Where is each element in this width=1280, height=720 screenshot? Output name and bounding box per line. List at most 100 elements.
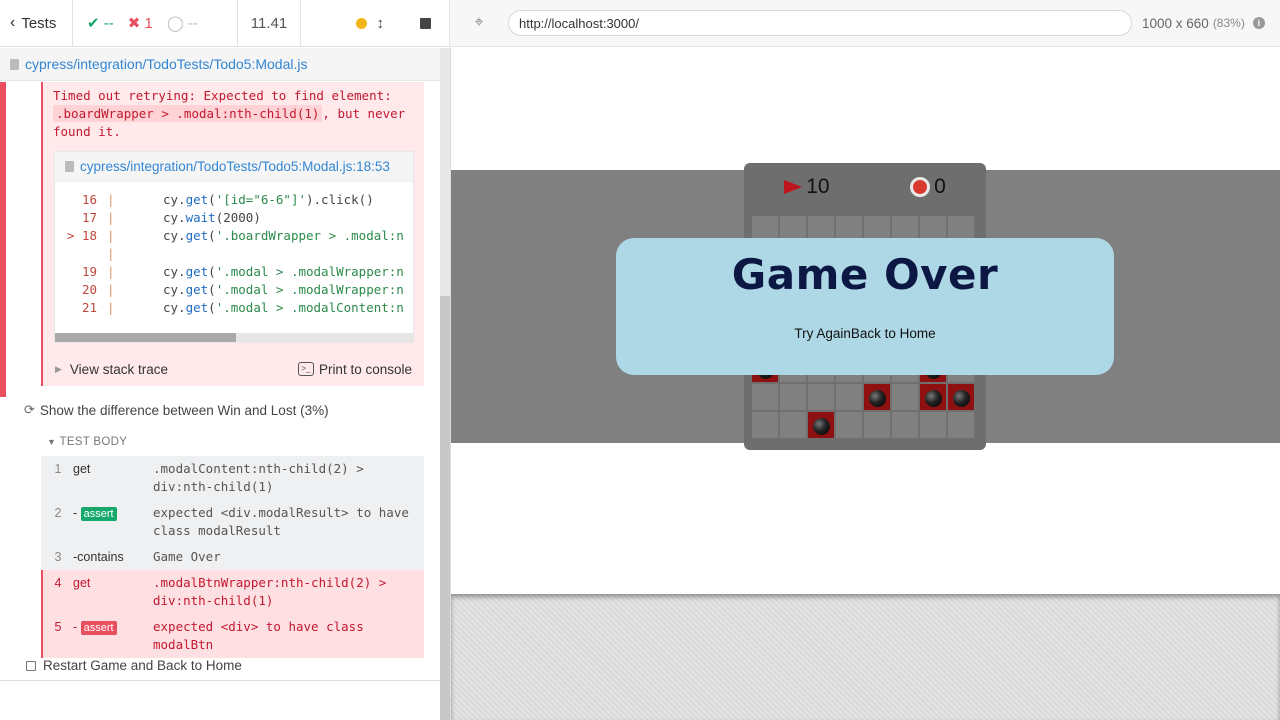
- code-line: 19 | cy.get('.modal > .modalWrapper:n: [81, 264, 404, 279]
- mine-cell[interactable]: [807, 411, 835, 439]
- test-body-header[interactable]: ▼ TEST BODY: [47, 436, 127, 448]
- modal-buttons: Try Again Back to Home: [616, 326, 1114, 341]
- selector-playground-icon[interactable]: ⌖: [450, 14, 508, 32]
- passed-count: ✔ --: [87, 15, 114, 32]
- print-to-console-button[interactable]: >_ Print to console: [297, 362, 412, 377]
- code-line: > 18 | cy.get('.boardWrapper > .modal:n: [66, 228, 404, 243]
- auto-scroll-icon[interactable]: ↕: [377, 15, 385, 32]
- command-row[interactable]: 3 -contains Game Over: [41, 544, 424, 570]
- code-line: 16 | cy.get('[id="6-6"]').click(): [81, 192, 374, 207]
- mine-cell[interactable]: [919, 383, 947, 411]
- check-icon: ✔: [87, 15, 100, 32]
- code-frame: cypress/integration/TodoTests/Todo5:Moda…: [54, 151, 414, 343]
- command-name: - assert: [73, 504, 153, 540]
- grid-cell[interactable]: [751, 383, 779, 411]
- command-name: get: [73, 576, 91, 590]
- reporter-scrollbar[interactable]: [440, 48, 450, 720]
- alarm-clock-icon: [910, 176, 931, 197]
- failed-count: ✖ 1: [127, 15, 153, 32]
- spec-path[interactable]: cypress/integration/TodoTests/Todo5:Moda…: [25, 56, 307, 72]
- grid-cell[interactable]: [947, 411, 975, 439]
- command-name: get: [73, 462, 91, 476]
- info-icon[interactable]: i: [1252, 17, 1265, 29]
- app-iframe: 10 0 Game Over Try Again Back to Home: [451, 48, 1280, 594]
- grid-cell[interactable]: [779, 383, 807, 411]
- command-row[interactable]: 4 get .modalBtnWrapper:nth-child(2) > div:…: [41, 570, 424, 614]
- code-horizontal-scrollbar[interactable]: [55, 333, 413, 342]
- grid-cell[interactable]: [779, 411, 807, 439]
- grid-cell[interactable]: [807, 383, 835, 411]
- next-test[interactable]: Restart Game and Back to Home: [26, 658, 242, 673]
- error-message: Timed out retrying: Expected to find ele…: [53, 88, 406, 139]
- pending-count: ◯ --: [166, 15, 198, 32]
- command-number: 2: [54, 506, 62, 520]
- file-icon: [10, 58, 19, 70]
- test-counts: ✔ -- ✖ 1 ◯ --: [73, 0, 238, 46]
- command-number: 1: [54, 462, 62, 476]
- board-header: 10 0: [744, 163, 986, 210]
- grid-cell[interactable]: [835, 383, 863, 411]
- flag-counter: 10: [784, 175, 830, 199]
- pending-test-icon: [26, 660, 36, 671]
- command-message: .modalBtnWrapper:nth-child(2) > div:nth-…: [153, 575, 387, 608]
- code-line: |: [107, 246, 115, 261]
- viewport-info[interactable]: 1000 x 660 (83%) i: [1142, 16, 1265, 31]
- command-row[interactable]: 2 - assert expected <div.modalResult> to h…: [41, 500, 424, 544]
- reporter-panel: ‹ Tests ✔ -- ✖ 1 ◯ -- 11.41 ↕ cypress/in…: [0, 0, 450, 720]
- stats-bar: ‹ Tests ✔ -- ✖ 1 ◯ -- 11.41 ↕: [0, 0, 450, 47]
- code-lines: 16 | cy.get('[id="6-6"]').click() 17 | cy.wai…: [55, 182, 413, 318]
- assert-badge: assert: [80, 621, 117, 635]
- command-row[interactable]: 5 - assert expected <div> to have class mo…: [41, 614, 424, 658]
- grid-cell[interactable]: [863, 411, 891, 439]
- error-box: Timed out retrying: Expected to find ele…: [41, 82, 424, 386]
- error-footer: ▶ View stack trace >_ Print to console: [43, 352, 424, 386]
- tests-button[interactable]: ‹ Tests: [0, 0, 73, 46]
- x-icon: ✖: [127, 15, 141, 32]
- stop-button[interactable]: [420, 17, 431, 29]
- try-again-button[interactable]: Try Again: [794, 326, 851, 341]
- scrollbar-thumb[interactable]: [440, 296, 450, 720]
- command-number: 3: [54, 550, 62, 564]
- game-over-modal: Game Over Try Again Back to Home: [616, 238, 1114, 375]
- grid-cell[interactable]: [891, 383, 919, 411]
- back-to-home-button[interactable]: Back to Home: [851, 326, 936, 341]
- test-title[interactable]: ⟳ Show the difference between Win and Lo…: [24, 402, 329, 418]
- run-controls: ↕: [301, 0, 450, 46]
- grid-cell[interactable]: [919, 411, 947, 439]
- caret-down-icon: ▼: [47, 437, 57, 447]
- terminal-icon: >_: [297, 362, 314, 376]
- failed-test-indicator: [0, 82, 6, 397]
- command-name: - assert: [73, 618, 153, 654]
- caret-right-icon: ▶: [55, 363, 62, 374]
- assert-badge: assert: [80, 507, 117, 521]
- reporter-bottom-divider: [0, 680, 440, 681]
- grid-cell[interactable]: [751, 411, 779, 439]
- command-message: expected <div> to have class modalBtn: [153, 619, 364, 652]
- flag-icon: [784, 179, 803, 194]
- tests-label: Tests: [21, 14, 57, 32]
- command-message: .modalContent:nth-child(2) > div:nth-chi…: [153, 461, 364, 494]
- code-line: 20 | cy.get('.modal > .modalWrapper:n: [81, 282, 404, 297]
- command-log: 1 get .modalContent:nth-child(2) > div:nth…: [41, 456, 424, 658]
- timer: 0: [910, 175, 946, 199]
- code-line: 17 | cy.wait(2000): [81, 210, 261, 225]
- code-frame-path[interactable]: cypress/integration/TodoTests/Todo5:Moda…: [55, 152, 413, 182]
- url-field[interactable]: http://localhost:3000/: [508, 10, 1132, 36]
- command-name: -contains: [73, 550, 124, 564]
- error-selector: .boardWrapper > .modal:nth-child(1): [53, 105, 323, 122]
- grid-cell[interactable]: [891, 411, 919, 439]
- command-message: Game Over: [153, 549, 221, 564]
- grid-cell[interactable]: [835, 411, 863, 439]
- reporter-scroll-area: Timed out retrying: Expected to find ele…: [0, 82, 440, 680]
- spec-file-header[interactable]: cypress/integration/TodoTests/Todo5:Moda…: [0, 48, 440, 81]
- file-icon: [65, 161, 74, 172]
- mine-cell[interactable]: [863, 383, 891, 411]
- pending-circle-icon: ◯: [166, 15, 184, 32]
- viewport-background: [451, 594, 1280, 720]
- command-message: expected <div.modalResult> to have class…: [153, 505, 409, 538]
- command-row[interactable]: 1 get .modalContent:nth-child(2) > div:nth…: [41, 456, 424, 500]
- command-number: 4: [54, 576, 62, 590]
- mine-cell[interactable]: [947, 383, 975, 411]
- command-number: 5: [54, 620, 62, 634]
- view-stack-trace-button[interactable]: View stack trace: [70, 362, 168, 377]
